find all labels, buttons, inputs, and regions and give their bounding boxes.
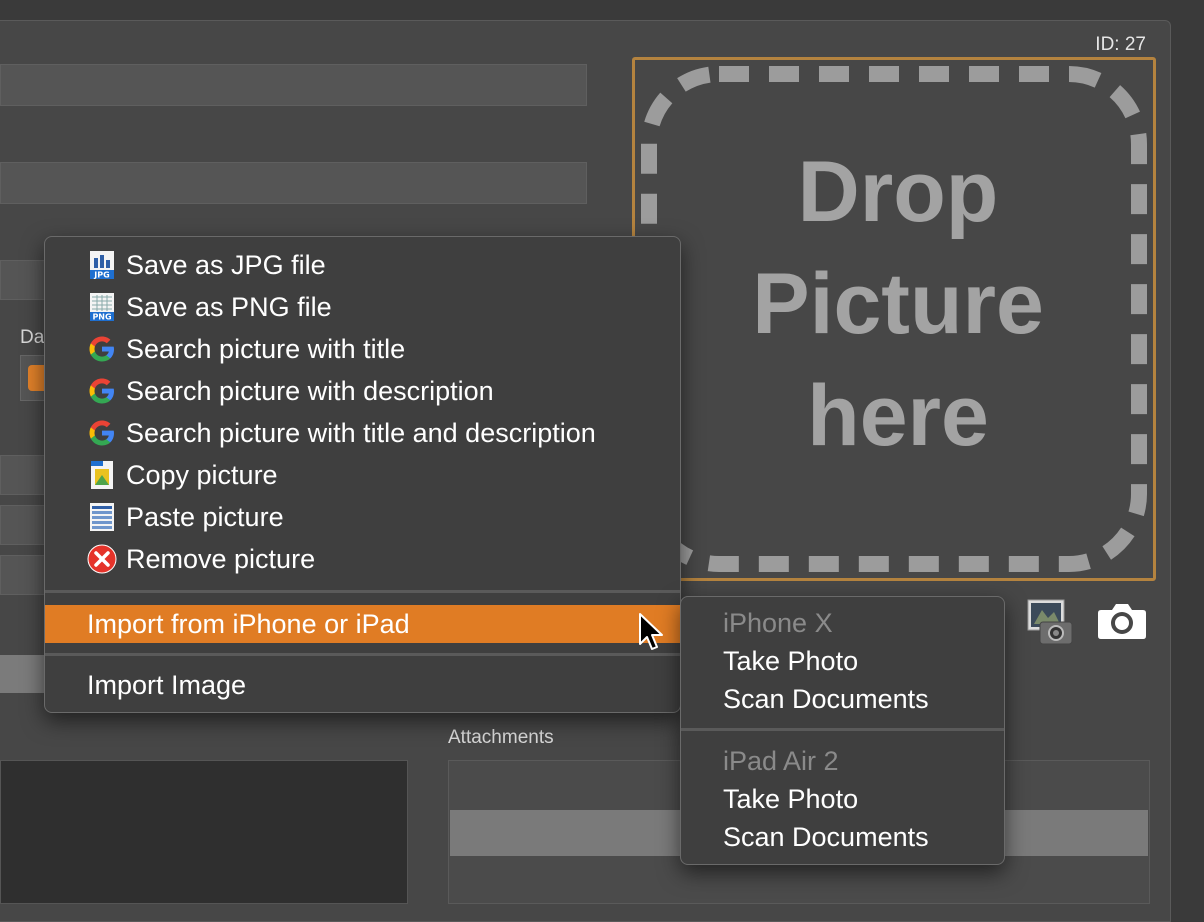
ipad-scan-documents[interactable]: Scan Documents — [723, 817, 929, 857]
menu-item-label: Search picture with description — [126, 376, 494, 406]
iphone-take-photo[interactable]: Take Photo — [723, 641, 858, 681]
paste-icon — [90, 503, 114, 531]
notes-area[interactable] — [0, 760, 408, 904]
gray-bar — [0, 655, 50, 693]
attachments-label: Attachments — [448, 727, 554, 748]
record-id-label: ID: 27 — [1095, 34, 1146, 55]
device-header-ipad: iPad Air 2 — [723, 746, 839, 776]
svg-text:PNG: PNG — [92, 313, 111, 322]
menu-item-label: Import from iPhone or iPad — [87, 609, 410, 639]
menu-separator — [45, 590, 680, 593]
picture-context-menu: JPG Save as JPG file PNG Save as PNG fil… — [44, 236, 681, 713]
device-header-iphone: iPhone X — [723, 608, 833, 638]
text-field-2[interactable] — [0, 162, 587, 204]
remove-icon — [87, 544, 117, 574]
png-file-icon: PNG — [90, 293, 114, 322]
menu-item-label: Search picture with title — [126, 334, 406, 364]
google-icon — [89, 336, 114, 362]
date-label: Da — [20, 327, 45, 348]
menu-item-label: Save as PNG file — [126, 292, 332, 322]
menu-item-label: Paste picture — [126, 502, 284, 532]
menu-item-import-iphone[interactable]: Import from iPhone or iPad — [45, 605, 680, 643]
menu-separator — [45, 653, 680, 656]
drop-zone-text: Drop Picture here — [638, 136, 1158, 472]
drop-line-1: Drop — [797, 144, 999, 240]
drop-line-3: here — [807, 368, 989, 464]
menu-item-label: Import Image — [87, 670, 247, 700]
camera-icon[interactable] — [1097, 600, 1147, 640]
drop-line-2: Picture — [752, 256, 1044, 352]
google-icon — [89, 420, 114, 446]
menu-item-label: Copy picture — [126, 460, 278, 490]
import-device-submenu: iPhone X Take Photo Scan Documents iPad … — [680, 596, 1005, 865]
google-icon — [89, 378, 114, 404]
menu-item-label: Save as JPG file — [126, 250, 326, 280]
submenu-separator — [681, 728, 1004, 731]
menu-item-label: Remove picture — [126, 544, 316, 574]
mouse-cursor-icon — [639, 613, 663, 650]
menu-item-label: Search picture with title and descriptio… — [126, 418, 596, 448]
ipad-take-photo[interactable]: Take Photo — [723, 779, 858, 819]
jpg-file-icon: JPG — [90, 251, 114, 280]
iphone-scan-documents[interactable]: Scan Documents — [723, 679, 929, 719]
svg-text:JPG: JPG — [93, 271, 109, 280]
text-field-1[interactable] — [0, 64, 587, 106]
copy-icon — [91, 461, 113, 489]
photo-browser-icon[interactable] — [1026, 598, 1074, 646]
